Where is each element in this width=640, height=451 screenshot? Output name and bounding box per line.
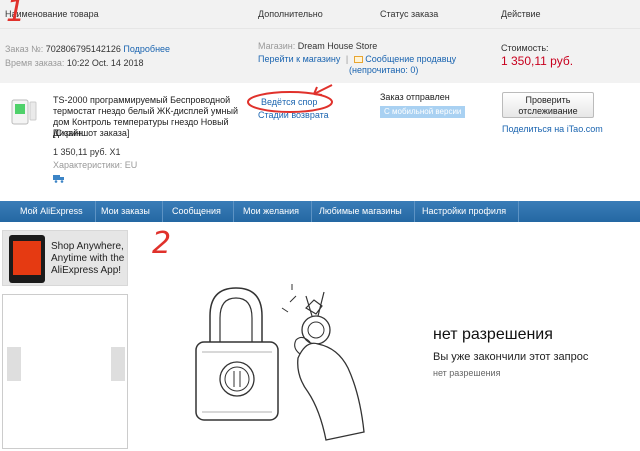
col-action-header: Действие	[501, 9, 541, 19]
carousel-next-button[interactable]	[111, 347, 125, 381]
no-permission-subtitle: Вы уже закончили этот запрос	[433, 351, 589, 363]
message-icon	[353, 56, 363, 64]
order-number-line: Заказ №: 702806795142126 Подробнее	[5, 44, 170, 54]
store-label: Магазин:	[258, 41, 296, 51]
account-nav-bar: Мой AliExpress Мои заказы Сообщения Мои …	[0, 201, 640, 222]
share-line: Поделиться на iTao.com	[502, 124, 603, 134]
order-snapshot-link[interactable]: [Скриншот заказа]	[53, 128, 129, 138]
order-number: 702806795142126	[45, 44, 121, 54]
link-separator: |	[345, 54, 349, 64]
mobile-version-badge: С мобильной версии	[380, 106, 466, 118]
message-seller-link[interactable]: Сообщение продавцу	[365, 54, 456, 64]
app-promo-text: Shop Anywhere, Anytime with the AliExpre…	[51, 241, 125, 276]
order-time: 10:22 Oct. 14 2018	[66, 58, 144, 68]
nav-messages[interactable]: Сообщения	[160, 201, 234, 222]
no-permission-note: нет разрешения	[433, 368, 501, 378]
nav-my-orders[interactable]: Мои заказы	[89, 201, 163, 222]
order-status: Заказ отправлен	[380, 92, 450, 102]
go-to-store-link[interactable]: Перейти к магазину	[258, 54, 340, 64]
col-status-header: Статус заказа	[380, 9, 439, 19]
col-details-header: Дополнительно	[258, 9, 323, 19]
annotation-number-one: 1	[6, 0, 26, 29]
order-details-link[interactable]: Подробнее	[123, 44, 170, 54]
phone-app-icon	[9, 235, 45, 283]
cost-label: Стоимость:	[501, 43, 549, 53]
unread-count[interactable]: (непрочитано: 0)	[349, 65, 418, 75]
annotation-number-two: 2	[152, 226, 172, 261]
store-line: Магазин: Dream House Store	[258, 41, 377, 51]
item-characteristics: Характеристики: EU	[53, 160, 138, 170]
nav-profile-settings[interactable]: Настройки профиля	[410, 201, 520, 222]
nav-favorite-stores[interactable]: Любимые магазины	[307, 201, 415, 222]
order-cost: 1 350,11 руб.	[501, 54, 574, 68]
app-promo-banner[interactable]: Shop Anywhere, Anytime with the AliExpre…	[2, 230, 128, 286]
lock-and-key-illustration	[195, 284, 365, 441]
order-number-label: Заказ №:	[5, 44, 44, 54]
store-actions-line: Перейти к магазину | Сообщение продавцу	[258, 54, 456, 64]
nav-wishlist[interactable]: Мои желания	[231, 201, 312, 222]
order-time-label: Время заказа:	[5, 58, 65, 68]
carousel-prev-button[interactable]	[7, 347, 21, 381]
product-thumbnail[interactable]	[6, 96, 40, 130]
check-tracking-button[interactable]: Проверить отслеживание	[502, 92, 594, 118]
share-link-prefix[interactable]: Поделиться на	[502, 124, 567, 134]
side-carousel	[2, 294, 128, 449]
store-name: Dream House Store	[297, 41, 378, 51]
nav-my-aliexpress[interactable]: Мой AliExpress	[8, 201, 96, 222]
order-time-line: Время заказа: 10:22 Oct. 14 2018	[5, 58, 143, 68]
item-price: 1 350,11 руб. X1	[53, 147, 121, 157]
orders-table-header: Наименование товара Дополнительно Статус…	[0, 0, 640, 28]
dispute-highlight-annotation	[247, 84, 333, 113]
no-permission-title: нет разрешения	[433, 326, 553, 343]
share-site-link[interactable]: iTao.com	[567, 124, 603, 134]
order-info-row: Заказ №: 702806795142126 Подробнее Время…	[0, 28, 640, 83]
shipping-icon	[53, 174, 65, 183]
